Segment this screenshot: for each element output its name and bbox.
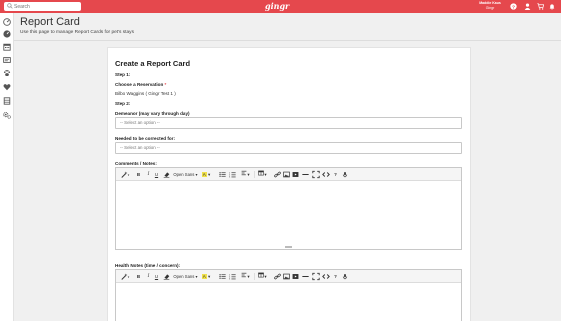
bold-button[interactable]: B [136,170,141,179]
gauge-icon[interactable] [3,30,11,38]
align-left-icon [241,170,247,176]
underline-button[interactable]: U [154,272,159,281]
search-input[interactable] [14,2,78,11]
form-title: Create a Report Card [115,59,191,68]
font-family-value: Open Sans [173,274,195,279]
search-icon [7,3,13,9]
comments-editor-area[interactable] [116,181,461,249]
cart-icon[interactable] [537,3,544,10]
comments-label: Comments / Notes: [115,161,157,166]
magic-wand-icon[interactable] [121,170,130,179]
toolbar-separator [254,273,255,280]
page-subtitle: Use this page to manage Report Cards for… [20,30,134,35]
bullet-list-icon[interactable] [219,272,226,281]
microphone-icon[interactable] [342,170,348,179]
font-family-dropdown[interactable]: Open Sans ▾ [173,170,198,179]
svg-text:3: 3 [229,279,231,281]
sidebar [0,13,14,321]
health-editor-toolbar: B I U Open Sans ▾ A ▾ 123 ▾ ▾ ? [116,270,461,283]
numbered-list-icon[interactable]: 123 [229,272,236,281]
link-icon[interactable] [274,170,281,179]
text-color-glyph: A [201,172,207,177]
report-card-form: Create a Report Card Step 1: Choose a Re… [107,47,471,321]
id-card-icon[interactable] [3,56,11,64]
video-icon[interactable] [292,272,299,281]
user-menu[interactable]: Maddie Kaus Gingr [470,1,510,10]
table-icon [258,170,265,176]
choose-reservation-text: Choose a Reservation [115,82,164,87]
user-org: Gingr [485,5,495,10]
microphone-icon[interactable] [342,272,348,281]
numbered-list-icon[interactable]: 123 [229,170,236,179]
video-icon[interactable] [292,170,299,179]
link-icon[interactable] [274,272,281,281]
health-notes-editor: B I U Open Sans ▾ A ▾ 123 ▾ ▾ ? [115,269,462,321]
corrected-for-select[interactable]: -- Select an option -- [115,142,462,154]
eraser-icon[interactable] [163,170,170,179]
comments-editor-toolbar: B I U Open Sans ▾ A ▾ 123 ▾ ▾ ? [116,168,461,181]
paragraph-align-dropdown[interactable]: ▾ [240,170,251,179]
dashboard-icon[interactable] [3,18,11,26]
help-button[interactable]: ? [333,170,338,179]
reservation-value[interactable]: Bilbo Waggins ( Gingr Test 1 ) [115,91,176,96]
table-dropdown[interactable]: ▾ [257,272,268,281]
text-color-dropdown[interactable]: A ▾ [200,272,212,281]
resize-handle[interactable] [285,246,292,248]
step2-label: Step 2: [115,101,131,106]
text-color-glyph: A [201,274,207,279]
italic-button[interactable]: I [146,170,151,179]
italic-button[interactable]: I [146,272,151,281]
toolbar-separator [254,171,255,178]
corrected-for-label: Needed to be corrected for: [115,136,175,141]
align-left-icon [241,272,247,278]
demeanor-select[interactable]: -- Select an option -- [115,117,462,129]
magic-wand-icon[interactable] [121,272,130,281]
health-notes-editor-area[interactable] [116,283,461,321]
font-family-value: Open Sans [173,172,195,177]
calendar-icon[interactable] [3,43,11,51]
page-title: Report Card [20,16,80,28]
help-button[interactable]: ? [333,272,338,281]
heart-icon[interactable] [3,83,11,91]
image-icon[interactable] [283,272,290,281]
header-divider [14,40,561,41]
paragraph-align-dropdown[interactable]: ▾ [240,272,251,281]
font-family-dropdown[interactable]: Open Sans ▾ [173,272,198,281]
svg-text:?: ? [512,4,515,10]
eraser-icon[interactable] [163,272,170,281]
code-view-icon[interactable] [322,170,330,179]
demeanor-label: Demeanor (may vary through day) [115,111,190,116]
bell-icon[interactable] [549,3,555,10]
text-color-dropdown[interactable]: A ▾ [200,170,212,179]
horizontal-rule-icon[interactable] [302,170,309,179]
choose-reservation-label: Choose a Reservation * [115,82,166,87]
gears-icon[interactable] [3,111,11,119]
fullscreen-icon[interactable] [312,170,320,179]
paw-icon[interactable] [3,69,11,77]
underline-button[interactable]: U [154,170,159,179]
table-icon [258,272,265,278]
image-icon[interactable] [283,170,290,179]
search-box[interactable] [4,2,81,11]
bold-button[interactable]: B [136,272,141,281]
top-navbar: gingr Maddie Kaus Gingr ? [0,0,561,13]
book-icon[interactable] [3,97,11,105]
fullscreen-icon[interactable] [312,272,320,281]
health-notes-label: Health Notes (time / concern): [115,263,181,268]
horizontal-rule-icon[interactable] [302,272,309,281]
step1-label: Step 1: [115,72,131,77]
svg-text:3: 3 [229,177,231,179]
gingr-logo[interactable]: gingr [265,1,289,11]
help-icon[interactable]: ? [510,3,517,10]
user-icon[interactable] [524,3,531,10]
code-view-icon[interactable] [322,272,330,281]
table-dropdown[interactable]: ▾ [257,170,268,179]
bullet-list-icon[interactable] [219,170,226,179]
comments-editor: B I U Open Sans ▾ A ▾ 123 ▾ ▾ ? [115,167,462,250]
required-marker: * [164,82,167,87]
